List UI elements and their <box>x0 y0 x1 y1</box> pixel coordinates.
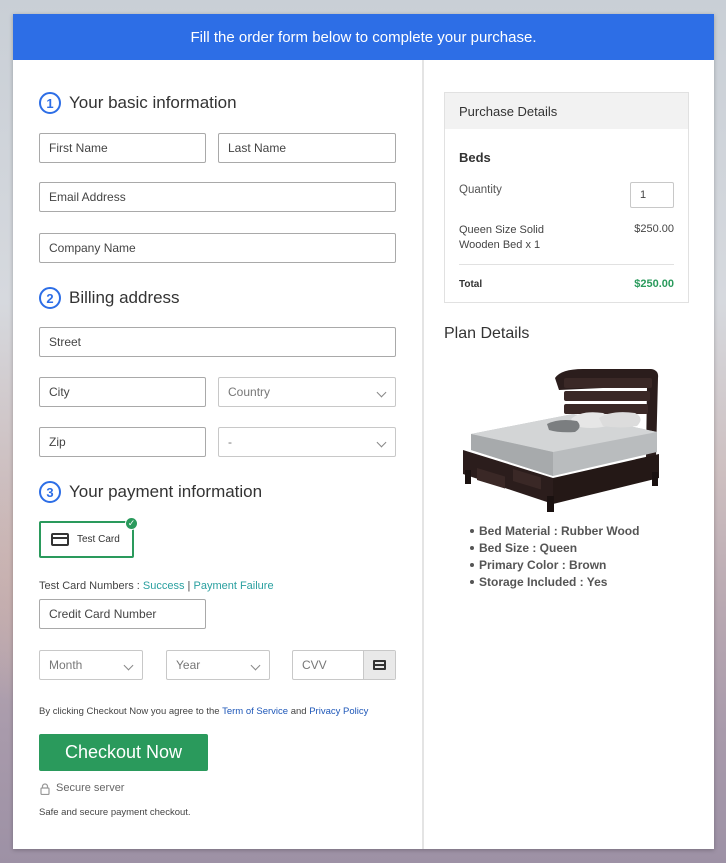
basic-info-heading: 1 Your basic information <box>39 92 237 114</box>
purchase-header-title: Purchase Details <box>459 103 558 119</box>
agreement-and: and <box>288 706 310 717</box>
safe-checkout-text: Safe and secure payment checkout. <box>39 807 191 818</box>
chevron-down-icon <box>376 437 387 448</box>
zip-field[interactable]: Zip <box>39 427 206 457</box>
checkout-card: Fill the order form below to complete yo… <box>13 14 714 849</box>
quantity-input[interactable]: 1 <box>630 182 674 208</box>
month-select[interactable]: Month <box>39 650 143 680</box>
agreement-text: By clicking Checkout Now you agree to th… <box>39 706 368 717</box>
item-name: Queen Size Solid Wooden Bed x 1 <box>459 223 544 253</box>
lock-icon <box>40 783 50 795</box>
total-divider <box>459 264 674 265</box>
company-placeholder: Company Name <box>49 241 136 255</box>
quantity-value: 1 <box>640 189 647 201</box>
step-1-badge: 1 <box>39 92 61 114</box>
chevron-down-icon <box>123 660 134 671</box>
first-name-field[interactable]: First Name <box>39 133 206 163</box>
cvv-card-icon <box>363 651 395 679</box>
email-placeholder: Email Address <box>49 190 126 204</box>
state-value: - <box>228 435 232 449</box>
credit-card-number-field[interactable]: Credit Card Number <box>39 599 206 629</box>
terms-of-service-link[interactable]: Term of Service <box>222 706 288 717</box>
street-field[interactable]: Street <box>39 327 396 357</box>
agreement-prefix: By clicking Checkout Now you agree to th… <box>39 706 223 717</box>
product-group-title: Beds <box>459 150 491 165</box>
item-name-line1: Queen Size Solid <box>459 224 544 236</box>
feature-item: Bed Material : Rubber Wood <box>470 524 639 538</box>
purchase-details-box: Purchase Details Beds Quantity 1 Queen S… <box>444 92 689 303</box>
total-value: $250.00 <box>634 278 674 290</box>
purchase-details-header: Purchase Details <box>445 93 688 129</box>
test-numbers-label: Test Card Numbers : <box>39 580 143 592</box>
test-card-option[interactable]: Test Card ✓ <box>39 517 138 558</box>
state-select[interactable]: - <box>218 427 396 457</box>
last-name-placeholder: Last Name <box>228 141 287 155</box>
feature-item: Bed Size : Queen <box>470 541 639 555</box>
item-name-line2: Wooden Bed x 1 <box>459 239 541 251</box>
street-placeholder: Street <box>49 335 82 349</box>
bed-product-image <box>463 369 659 512</box>
banner-text: Fill the order form below to complete yo… <box>190 28 537 46</box>
cvv-placeholder: CVV <box>302 658 327 672</box>
billing-title: Billing address <box>69 288 180 307</box>
chevron-down-icon <box>376 387 387 398</box>
email-field[interactable]: Email Address <box>39 182 396 212</box>
checkout-button-label: Checkout Now <box>64 742 183 762</box>
feature-item: Primary Color : Brown <box>470 558 639 572</box>
year-select[interactable]: Year <box>166 650 270 680</box>
cvv-field[interactable]: CVV <box>292 650 396 680</box>
first-name-placeholder: First Name <box>49 141 108 155</box>
city-field[interactable]: City <box>39 377 206 407</box>
secure-server-label: Secure server <box>56 782 125 794</box>
check-icon: ✓ <box>125 517 138 530</box>
plan-features-list: Bed Material : Rubber Wood Bed Size : Qu… <box>470 524 639 592</box>
credit-card-icon <box>51 533 69 546</box>
country-select[interactable]: Country <box>218 377 396 407</box>
item-price: $250.00 <box>634 223 674 235</box>
payment-heading: 3 Your payment information <box>39 481 262 503</box>
payment-failure-link[interactable]: Payment Failure <box>193 580 273 592</box>
last-name-field[interactable]: Last Name <box>218 133 396 163</box>
total-label: Total <box>459 279 483 290</box>
quantity-label: Quantity <box>459 184 502 196</box>
chevron-down-icon <box>250 660 261 671</box>
feature-item: Storage Included : Yes <box>470 575 639 589</box>
privacy-policy-link[interactable]: Privacy Policy <box>309 706 368 717</box>
city-placeholder: City <box>49 385 70 399</box>
step-3-badge: 3 <box>39 481 61 503</box>
checkout-now-button[interactable]: Checkout Now <box>39 734 208 771</box>
basic-info-title: Your basic information <box>69 93 237 112</box>
month-value: Month <box>49 658 83 672</box>
card-number-placeholder: Credit Card Number <box>49 607 157 621</box>
zip-placeholder: Zip <box>49 435 66 449</box>
year-value: Year <box>176 658 201 672</box>
payment-title: Your payment information <box>69 482 263 501</box>
test-card-numbers: Test Card Numbers : Success | Payment Fa… <box>39 580 274 592</box>
test-card-label: Test Card <box>77 534 120 545</box>
country-value: Country <box>228 385 271 399</box>
billing-heading: 2 Billing address <box>39 287 180 309</box>
success-link[interactable]: Success <box>143 580 185 592</box>
plan-details-title: Plan Details <box>444 325 530 342</box>
header-banner: Fill the order form below to complete yo… <box>13 14 714 60</box>
company-field[interactable]: Company Name <box>39 233 396 263</box>
step-2-badge: 2 <box>39 287 61 309</box>
column-divider <box>422 60 424 849</box>
